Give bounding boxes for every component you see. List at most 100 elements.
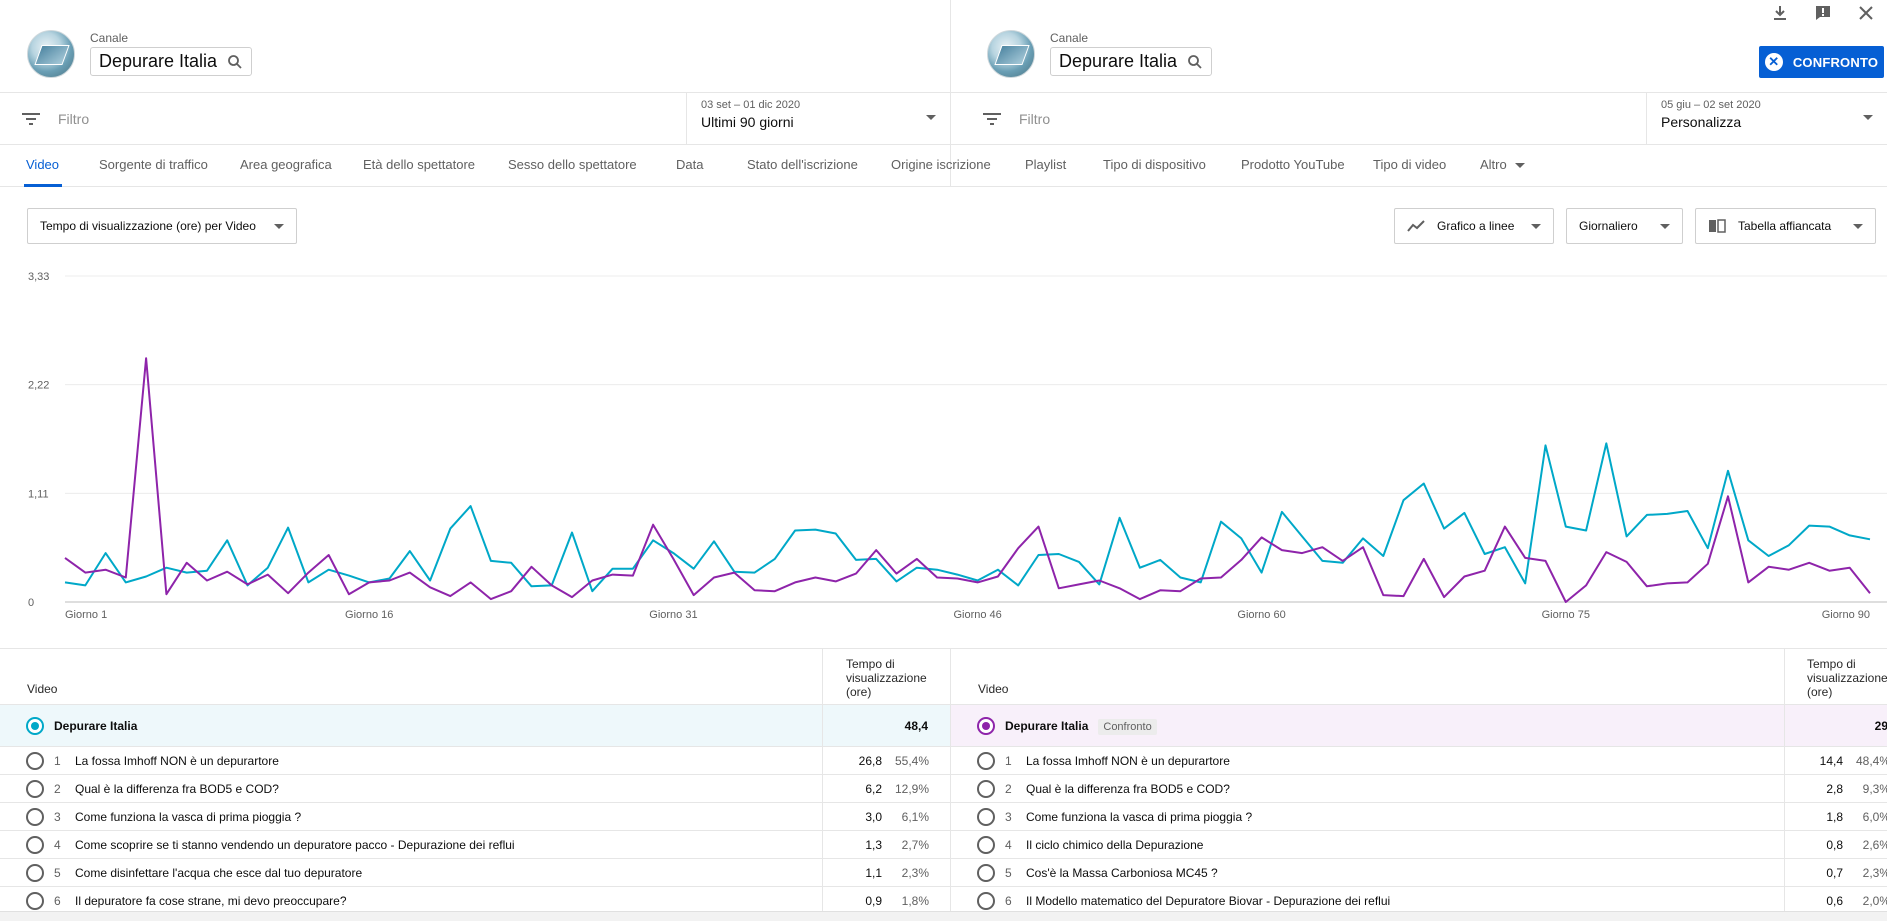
download-icon[interactable] [1758, 0, 1801, 26]
tab-more[interactable]: Altro [1480, 145, 1525, 187]
radio-button[interactable] [977, 836, 995, 854]
series-line-compare[interactable] [64, 357, 1871, 603]
radio-button[interactable] [26, 752, 44, 770]
tab-subscription-status[interactable]: Stato dell'iscrizione [747, 145, 858, 187]
avatar [987, 30, 1035, 78]
radio-button[interactable] [26, 836, 44, 854]
row-percent: 2,3% [901, 866, 929, 880]
radio-button[interactable] [977, 808, 995, 826]
table-row[interactable]: 3 Come funziona la vasca di prima pioggi… [0, 803, 950, 831]
video-title[interactable]: Come funziona la vasca di prima pioggia … [75, 810, 301, 824]
video-title[interactable]: Qual è la differenza fra BOD5 e COD? [1026, 782, 1230, 796]
chevron-down-icon [1660, 224, 1670, 229]
tab-viewer-gender[interactable]: Sesso dello spettatore [508, 145, 637, 187]
total-name: Depurare Italia [54, 719, 138, 733]
video-title[interactable]: La fossa Imhoff NON è un depurartore [1026, 754, 1230, 768]
row-number: 1 [54, 754, 61, 768]
close-icon[interactable] [1844, 0, 1887, 26]
table-row[interactable]: 3 Come funziona la vasca di prima pioggi… [951, 803, 1887, 831]
granularity-dropdown[interactable]: Giornaliero [1566, 208, 1683, 244]
video-title[interactable]: Cos'è la Massa Carboniosa MC45 ? [1026, 866, 1218, 880]
feedback-icon[interactable] [1801, 0, 1844, 26]
table-row[interactable]: 5 Cos'è la Massa Carboniosa MC45 ? 0,7 2… [951, 859, 1887, 887]
radio-button[interactable] [977, 780, 995, 798]
video-title[interactable]: Come funziona la vasca di prima pioggia … [1026, 810, 1252, 824]
row-percent: 2,6% [1862, 838, 1887, 852]
date-range-right[interactable]: 05 giu – 02 set 2020 Personalizza [1646, 93, 1887, 145]
search-icon[interactable] [227, 54, 243, 70]
video-title[interactable]: Il Modello matematico del Depuratore Bio… [1026, 894, 1390, 908]
table-mode-dropdown[interactable]: Tabella affiancata [1695, 208, 1876, 244]
video-title[interactable]: La fossa Imhoff NON è un depurartore [75, 754, 279, 768]
table-row[interactable]: 5 Come disinfettare l'acqua che esce dal… [0, 859, 950, 887]
table-row[interactable]: 2 Qual è la differenza fra BOD5 e COD? 2… [951, 775, 1887, 803]
chevron-down-icon [1863, 115, 1873, 120]
table-row[interactable]: 2 Qual è la differenza fra BOD5 e COD? 6… [0, 775, 950, 803]
column-header-watch-time[interactable]: Tempo di visualizzazione (ore) [1807, 657, 1887, 699]
date-range-text: 05 giu – 02 set 2020 [1661, 99, 1761, 111]
table-row[interactable]: 4 Come scoprire se ti stanno vendendo un… [0, 831, 950, 859]
total-name-text: Depurare Italia [1005, 719, 1089, 733]
row-number: 4 [1005, 838, 1012, 852]
radio-button[interactable] [977, 864, 995, 882]
window-actions [1758, 0, 1887, 26]
radio-button[interactable] [26, 892, 44, 910]
radio-button[interactable] [977, 717, 995, 735]
radio-button[interactable] [26, 717, 44, 735]
table-total-row[interactable]: Depurare Italia 48,4 [0, 705, 950, 747]
radio-button[interactable] [26, 780, 44, 798]
channel-input[interactable]: Depurare Italia [1050, 47, 1213, 76]
video-title[interactable]: Come disinfettare l'acqua che esce dal t… [75, 866, 362, 880]
video-title[interactable]: Il ciclo chimico della Depurazione [1026, 838, 1203, 852]
x-tick-label: Giorno 1 [65, 609, 107, 621]
tab-video[interactable]: Video [26, 145, 59, 187]
total-name: Depurare Italia Confronto [1005, 719, 1157, 735]
row-percent: 9,3% [1862, 782, 1887, 796]
tab-video-type[interactable]: Tipo di video [1373, 145, 1446, 187]
horizontal-scrollbar[interactable] [0, 911, 1887, 921]
tab-subscription-source[interactable]: Origine iscrizione [891, 145, 991, 187]
line-chart-icon [1407, 220, 1425, 232]
x-tick-label: Giorno 60 [1237, 609, 1285, 621]
tab-playlist[interactable]: Playlist [1025, 145, 1066, 187]
table-row[interactable]: 4 Il ciclo chimico della Depurazione 0,8… [951, 831, 1887, 859]
video-title[interactable]: Il depuratore fa cose strane, mi devo pr… [75, 894, 347, 908]
metric-dropdown[interactable]: Tempo di visualizzazione (ore) per Video [27, 208, 297, 244]
filter-row: Filtro 03 set – 01 dic 2020 Ultimi 90 gi… [0, 93, 1887, 145]
table-row[interactable]: 1 La fossa Imhoff NON è un depurartore 1… [951, 747, 1887, 775]
tab-date[interactable]: Data [676, 145, 703, 187]
tab-viewer-age[interactable]: Età dello spettatore [363, 145, 475, 187]
channel-label: Canale [90, 31, 129, 45]
date-range-text: 03 set – 01 dic 2020 [701, 99, 801, 111]
radio-button[interactable] [977, 752, 995, 770]
date-range-left[interactable]: 03 set – 01 dic 2020 Ultimi 90 giorni [686, 93, 950, 145]
row-number: 2 [1005, 782, 1012, 796]
chevron-down-icon [1853, 224, 1863, 229]
radio-button[interactable] [26, 864, 44, 882]
tab-geography[interactable]: Area geografica [240, 145, 332, 187]
tab-device-type[interactable]: Tipo di dispositivo [1103, 145, 1206, 187]
row-value: 2,8 [1826, 782, 1843, 796]
search-icon[interactable] [1187, 54, 1203, 70]
row-number: 5 [54, 866, 61, 880]
tab-youtube-product[interactable]: Prodotto YouTube [1241, 145, 1345, 187]
total-value: 48,4 [904, 719, 928, 733]
tab-traffic-source[interactable]: Sorgente di traffico [99, 145, 208, 187]
video-title[interactable]: Qual è la differenza fra BOD5 e COD? [75, 782, 279, 796]
radio-button[interactable] [26, 808, 44, 826]
radio-button[interactable] [977, 892, 995, 910]
y-tick-label: 3,33 [28, 271, 49, 283]
filter-input-left[interactable]: Filtro [22, 93, 682, 145]
filter-input-right[interactable]: Filtro [983, 93, 1643, 145]
column-divider [822, 648, 823, 921]
column-header-watch-time[interactable]: Tempo di visualizzazione (ore) [846, 657, 941, 699]
video-title[interactable]: Come scoprire se ti stanno vendendo un d… [75, 838, 515, 852]
x-tick-label: Giorno 16 [345, 609, 393, 621]
channel-input[interactable]: Depurare Italia [90, 47, 253, 76]
chart-type-dropdown[interactable]: Grafico a linee [1394, 208, 1554, 244]
table-row[interactable]: 1 La fossa Imhoff NON è un depurartore 2… [0, 747, 950, 775]
total-value: 29,7 [1874, 719, 1887, 733]
compare-button[interactable]: ✕ CONFRONTO [1759, 46, 1884, 78]
table-total-row[interactable]: Depurare Italia Confronto 29,7 [951, 705, 1887, 747]
channel-name: Depurare Italia [99, 51, 218, 71]
